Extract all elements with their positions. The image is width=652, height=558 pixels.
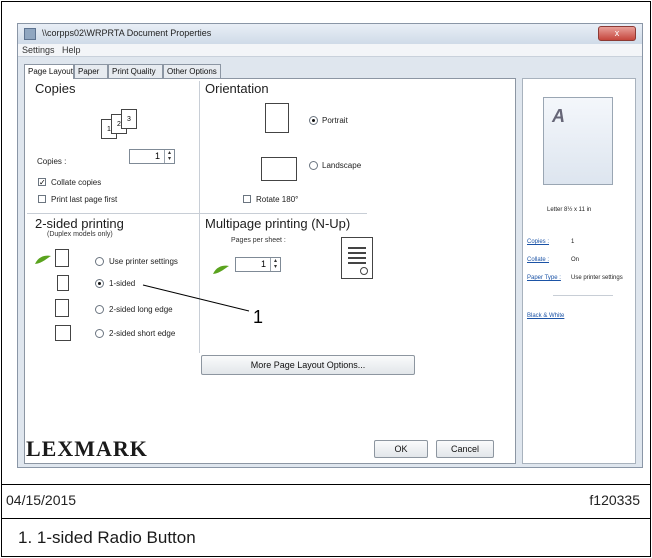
ok-button[interactable]: OK <box>374 440 428 458</box>
tab-paper[interactable]: Paper <box>74 64 108 78</box>
long-edge-page-icon <box>55 299 69 317</box>
leaf-icon <box>213 265 229 274</box>
collate-label: Collate copies <box>51 178 102 187</box>
paper-type-summary-link[interactable]: Paper Type : <box>527 275 561 281</box>
close-button[interactable]: x <box>598 26 636 41</box>
nup-title: Multipage printing (N-Up) <box>205 216 351 231</box>
print-last-first-checkbox[interactable] <box>38 195 46 203</box>
copies-summary-link[interactable]: Copies : <box>527 239 549 245</box>
window-title: \\corpps02\WRPRTA Document Properties <box>42 28 212 38</box>
lexmark-logo: LEXMARK <box>26 436 148 461</box>
copies-label: Copies : <box>37 157 67 166</box>
duplex-title: 2-sided printing <box>35 216 124 231</box>
rotate-label: Rotate 180° <box>256 195 299 204</box>
settings-preview-pane: A Letter 8½ x 11 in Copies : 1 Collate :… <box>522 78 636 464</box>
more-page-layout-options-button[interactable]: More Page Layout Options... <box>201 355 415 375</box>
collate-summary-link[interactable]: Collate : <box>527 257 549 263</box>
copy-page-3-icon: 3 <box>121 109 137 129</box>
collate-summary-value: On <box>571 257 580 263</box>
short-edge-page-icon <box>55 325 71 341</box>
menu-settings[interactable]: Settings <box>22 45 55 55</box>
footer-figure-id: f120335 <box>589 492 640 508</box>
copies-summary-value: 1 <box>571 239 575 245</box>
duplex-printer-settings-radio[interactable] <box>95 257 104 266</box>
tab-page-layout[interactable]: Page Layout <box>24 64 74 79</box>
divider <box>27 213 367 214</box>
tab-other-options[interactable]: Other Options <box>163 64 221 78</box>
landscape-radio[interactable] <box>309 161 318 170</box>
collate-checkbox[interactable]: ✓ <box>38 178 46 187</box>
copies-value: 1 <box>154 151 160 161</box>
callout-leader-line <box>142 284 250 312</box>
rotate-checkbox[interactable] <box>243 195 251 203</box>
color-mode-link[interactable]: Black & White <box>527 313 564 319</box>
long-edge-radio[interactable] <box>95 305 104 314</box>
duplex-printer-settings-label: Use printer settings <box>109 257 178 266</box>
portrait-label: Portrait <box>322 116 348 125</box>
landscape-page-icon <box>261 157 297 181</box>
page-layout-panel: Copies 1 2 3 Copies : 1 ▴ ▾ ✓ Collate cop… <box>24 78 516 464</box>
portrait-page-icon <box>265 103 289 133</box>
copies-title: Copies <box>35 81 76 96</box>
one-sided-page-icon <box>57 275 69 291</box>
print-last-first-label: Print last page first <box>51 195 118 204</box>
pages-per-sheet-value: 1 <box>260 259 266 269</box>
tab-print-quality[interactable]: Print Quality <box>108 64 163 78</box>
nup-page-icon <box>341 237 373 279</box>
title-bar: \\corpps02\WRPRTA Document Properties x <box>18 24 642 44</box>
leaf-icon <box>35 255 51 264</box>
one-sided-label: 1-sided <box>109 279 136 288</box>
figure-caption: 1. 1-sided Radio Button <box>18 528 196 547</box>
callout-number: 1 <box>253 307 264 327</box>
paper-type-summary-value: Use printer settings <box>571 275 623 281</box>
pages-per-sheet-stepper[interactable]: 1 ▴ ▾ <box>235 257 281 272</box>
footer-date: 04/15/2015 <box>6 492 77 508</box>
spin-arrows-icon[interactable]: ▴ ▾ <box>164 150 174 163</box>
divider <box>1 484 651 485</box>
menu-bar: Settings Help <box>18 44 642 57</box>
duplex-subtitle: (Duplex models only) <box>47 231 113 238</box>
document-properties-window: \\corpps02\WRPRTA Document Properties x … <box>17 23 643 468</box>
orientation-title: Orientation <box>205 81 269 96</box>
one-sided-radio[interactable] <box>95 279 104 288</box>
spin-arrows-icon[interactable]: ▴ ▾ <box>270 258 280 271</box>
printer-icon <box>24 28 36 40</box>
short-edge-radio[interactable] <box>95 329 104 338</box>
cancel-button[interactable]: Cancel <box>436 440 494 458</box>
copies-stack-icon: 1 2 3 <box>101 109 151 139</box>
duplex-printer-settings-icon <box>55 249 69 267</box>
divider <box>553 295 613 296</box>
copies-stepper[interactable]: 1 ▴ ▾ <box>129 149 175 164</box>
paper-preview: A <box>543 97 613 185</box>
menu-help[interactable]: Help <box>62 45 81 55</box>
divider <box>1 518 651 519</box>
pages-per-sheet-label: Pages per sheet : <box>231 237 286 244</box>
portrait-radio[interactable] <box>309 116 318 125</box>
landscape-label: Landscape <box>322 161 362 170</box>
paper-size-caption: Letter 8½ x 11 in <box>547 207 592 213</box>
